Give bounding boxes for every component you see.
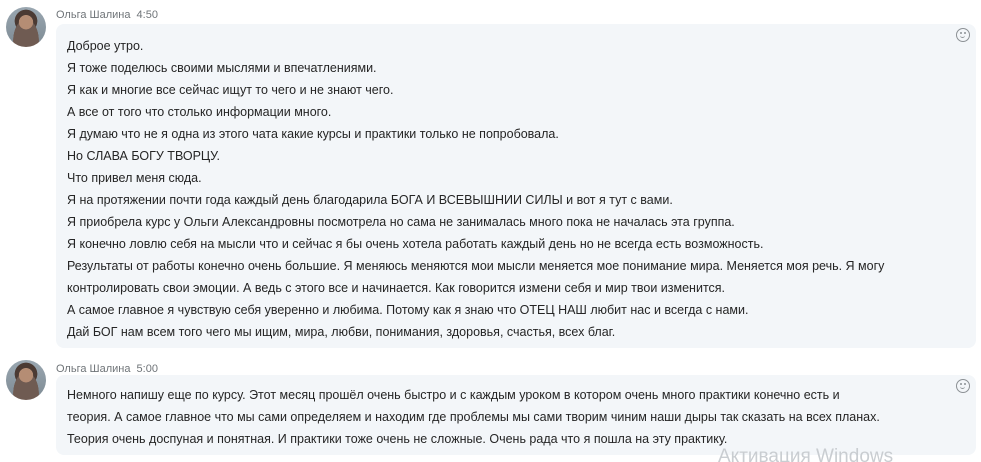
message-line: Я приобрела курс у Ольги Александровны п… (67, 215, 735, 229)
message-line: Я на протяжении почти года каждый день б… (67, 193, 673, 207)
avatar[interactable] (6, 7, 46, 47)
message-line: Но СЛАВА БОГУ ТВОРЦУ. (67, 149, 220, 163)
smiley-icon[interactable] (956, 379, 970, 393)
message-line: А все от того что столько информации мно… (67, 105, 332, 119)
message-bubble[interactable]: Немного напишу еще по курсу. Этот месяц … (56, 375, 976, 455)
message-header: Ольга Шалина 5:00 (56, 363, 158, 375)
message-line: Я конечно ловлю себя на мысли что и сейч… (67, 237, 764, 251)
message-line: Доброе утро. (67, 39, 144, 53)
avatar[interactable] (6, 360, 46, 400)
message-line: Результаты от работы конечно очень больш… (67, 259, 885, 273)
message-line: теория. А самое главное что мы сами опре… (67, 410, 880, 424)
sender-name[interactable]: Ольга Шалина (56, 9, 130, 21)
sender-name[interactable]: Ольга Шалина (56, 363, 130, 375)
message-line: Немного напишу еще по курсу. Этот месяц … (67, 388, 840, 402)
message-header: Ольга Шалина 4:50 (56, 9, 158, 21)
message-line: Я думаю что не я одна из этого чата каки… (67, 127, 559, 141)
chat-history: Ольга Шалина 4:50 Доброе утро. Я тоже по… (0, 0, 981, 462)
message: Ольга Шалина 4:50 Доброе утро. Я тоже по… (0, 0, 981, 350)
message-time: 4:50 (136, 9, 158, 21)
message-line: Дай БОГ нам всем того чего мы ищим, мира… (67, 325, 616, 339)
message-line: Я как и многие все сейчас ищут то чего и… (67, 83, 394, 97)
windows-activation-watermark: Активация Windows (718, 446, 894, 462)
message-time: 5:00 (136, 363, 158, 375)
message-line: Что привел меня сюда. (67, 171, 202, 185)
smiley-icon[interactable] (956, 28, 970, 42)
message-line: Я тоже поделюсь своими мыслями и впечатл… (67, 61, 377, 75)
message-bubble[interactable]: Доброе утро. Я тоже поделюсь своими мысл… (56, 24, 976, 348)
message-line: А самое главное я чувствую себя уверенно… (67, 303, 749, 317)
message-line: контролировать свои эмоции. А ведь с это… (67, 281, 726, 295)
